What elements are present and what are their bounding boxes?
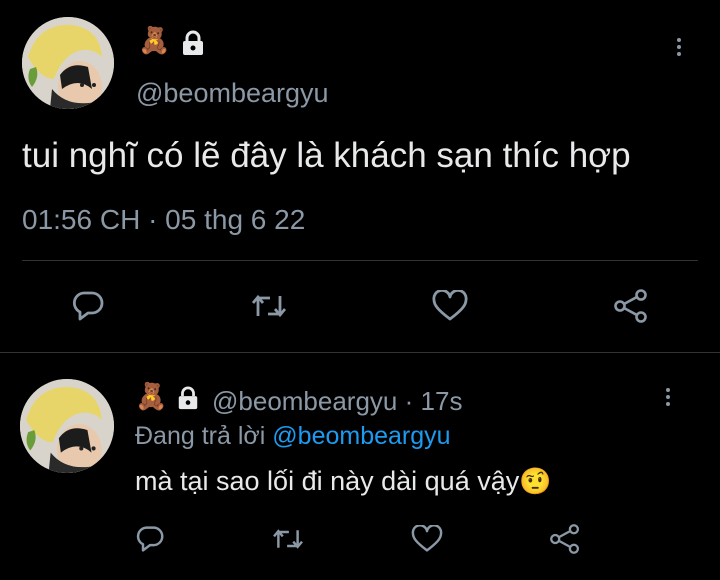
more-options-icon[interactable] — [677, 38, 681, 59]
divider — [22, 260, 698, 261]
replying-prefix: Đang trả lời — [135, 422, 266, 450]
reply-text: mà tại sao lối đi này dài quá vậy — [135, 466, 520, 496]
reply-like-icon[interactable] — [411, 525, 443, 553]
name-emoji: 🧸 — [138, 26, 171, 56]
raised-eyebrow-emoji: 🤨 — [519, 467, 552, 497]
like-icon[interactable] — [432, 290, 468, 322]
main-avatar[interactable] — [22, 17, 114, 109]
reply-reply-icon[interactable] — [135, 525, 165, 553]
reply-lock-icon — [176, 386, 200, 410]
avatar-image — [20, 379, 114, 473]
reply-share-icon[interactable] — [548, 523, 582, 555]
retweet-icon[interactable] — [250, 290, 288, 322]
header-separator: · — [404, 386, 414, 416]
section-divider — [0, 352, 720, 353]
author-handle[interactable]: @beombeargyu — [136, 78, 329, 109]
reply-retweet-icon[interactable] — [271, 525, 305, 553]
reply-more-options-icon[interactable] — [666, 388, 670, 409]
reply-icon[interactable] — [71, 290, 105, 322]
reply-age[interactable]: 17s — [421, 386, 463, 416]
replying-handle-link[interactable]: @beombeargyu — [272, 422, 450, 450]
lock-icon — [180, 30, 206, 56]
reply-avatar[interactable] — [20, 379, 114, 473]
reply-text-line: mà tại sao lối đi này dài quá vậy🤨 — [135, 466, 552, 497]
reply-handle[interactable]: @beombeargyu — [212, 386, 397, 416]
share-icon[interactable] — [612, 288, 650, 324]
reply-name-emoji: 🧸 — [135, 382, 168, 412]
tweet-timestamp[interactable]: 01:56 CH · 05 thg 6 22 — [22, 204, 305, 236]
avatar-image — [22, 17, 114, 109]
reply-header: @beombeargyu · 17s — [212, 386, 462, 417]
replying-to: Đang trả lời @beombeargyu — [135, 422, 451, 451]
tweet-text: tui nghĩ có lẽ đây là khách sạn thíc hợp — [22, 136, 631, 175]
